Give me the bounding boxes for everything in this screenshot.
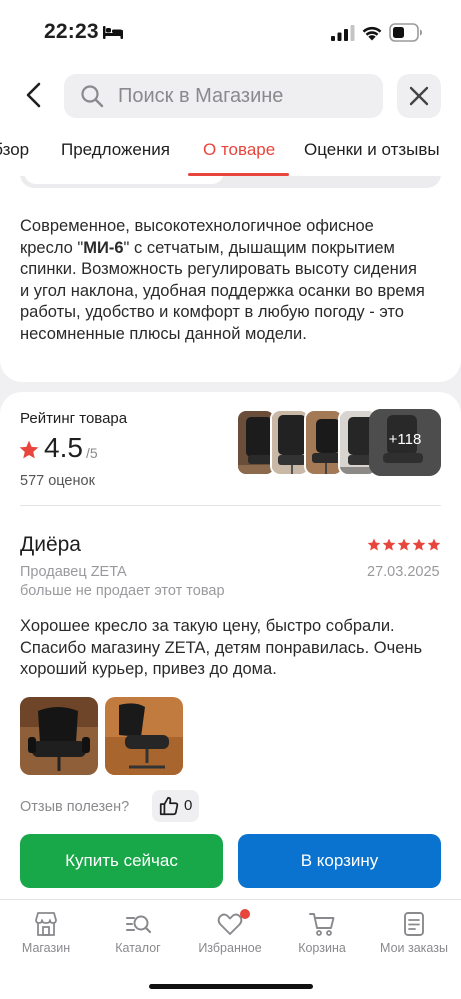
nav-item-cart[interactable]: Корзина [276,906,368,966]
seller-note: больше не продает этот товар [20,583,225,599]
status-bar: 22:23 [0,0,461,66]
close-icon [409,86,429,106]
bottom-nav: Магазин Каталог Избранное Корзина Мои за… [0,899,461,999]
wifi-icon [362,26,382,41]
rating-value: 4.5 [44,432,83,463]
close-search-button[interactable] [397,74,441,118]
helpful-label: Отзыв полезен? [20,799,130,815]
reviews-card: Рейтинг товара 4.5 /5 577 оценок +118 Ди… [0,392,461,899]
segmented-control[interactable] [20,176,441,188]
buy-now-button[interactable]: Купить сейчас [20,834,223,888]
rating-max: /5 [86,445,98,461]
search-icon [81,85,104,108]
review-seller: Продавец ZETA [20,564,127,580]
signal-icon [331,25,355,41]
segmented-control-selected [24,176,224,184]
nav-label-orders: Мои заказы [380,941,448,955]
tab-overview[interactable]: Обзор [0,140,29,160]
cart-icon [309,913,335,936]
rating-count: 577 оценок [20,473,95,489]
product-tabs: Обзор Предложения О товаре Оценки и отзы… [0,128,461,176]
nav-label-favorites: Избранное [198,941,262,955]
nav-item-orders[interactable]: Мои заказы [368,906,460,966]
divider [20,505,441,506]
review-text: Хорошее кресло за такую цену, быстро соб… [20,617,423,678]
nav-label-catalog: Каталог [115,941,161,955]
thumbs-up-icon [159,796,179,816]
back-arrow-icon[interactable] [20,80,50,110]
model-name: МИ-6 [83,238,124,257]
review-photos-strip[interactable]: +118 [236,409,441,476]
nav-item-favorites[interactable]: Избранное [184,906,276,966]
search-input[interactable]: Поиск в Магазине [64,74,383,118]
review-date: 27.03.2025 [367,564,440,580]
search-placeholder: Поиск в Магазине [118,85,284,107]
more-photos-button[interactable]: +118 [369,409,441,476]
tab-about-product[interactable]: О товаре [203,140,275,160]
more-photos-count: +118 [388,431,422,448]
sleep-mode-icon [103,26,123,39]
rating-title: Рейтинг товара [20,410,128,427]
nav-label-store: Магазин [21,941,71,955]
catalog-search-icon [126,915,152,934]
review-stars [367,538,441,551]
battery-icon [389,23,422,42]
reviewer-name: Диёра [20,533,81,556]
add-to-cart-button[interactable]: В корзину [238,834,441,888]
review-photo[interactable] [20,697,98,775]
review-photo[interactable] [105,697,183,775]
nav-item-store[interactable]: Магазин [0,906,92,966]
notification-dot [240,909,250,919]
like-button[interactable]: 0 [152,790,199,822]
star-icon [19,440,39,459]
store-icon [35,912,57,936]
status-time: 22:23 [44,20,99,43]
like-count: 0 [184,797,193,814]
home-indicator[interactable] [149,984,313,989]
nav-item-catalog[interactable]: Каталог [92,906,184,966]
nav-label-cart: Корзина [298,941,346,955]
orders-icon [404,912,424,936]
description-card: Современное, высокотехнологичное офисное… [0,176,461,382]
product-description: Современное, высокотехнологичное офисное… [20,217,425,343]
tab-offers[interactable]: Предложения [61,140,170,160]
tab-reviews[interactable]: Оценки и отзывы [304,140,440,160]
search-header: Поиск в Магазине [0,66,461,128]
